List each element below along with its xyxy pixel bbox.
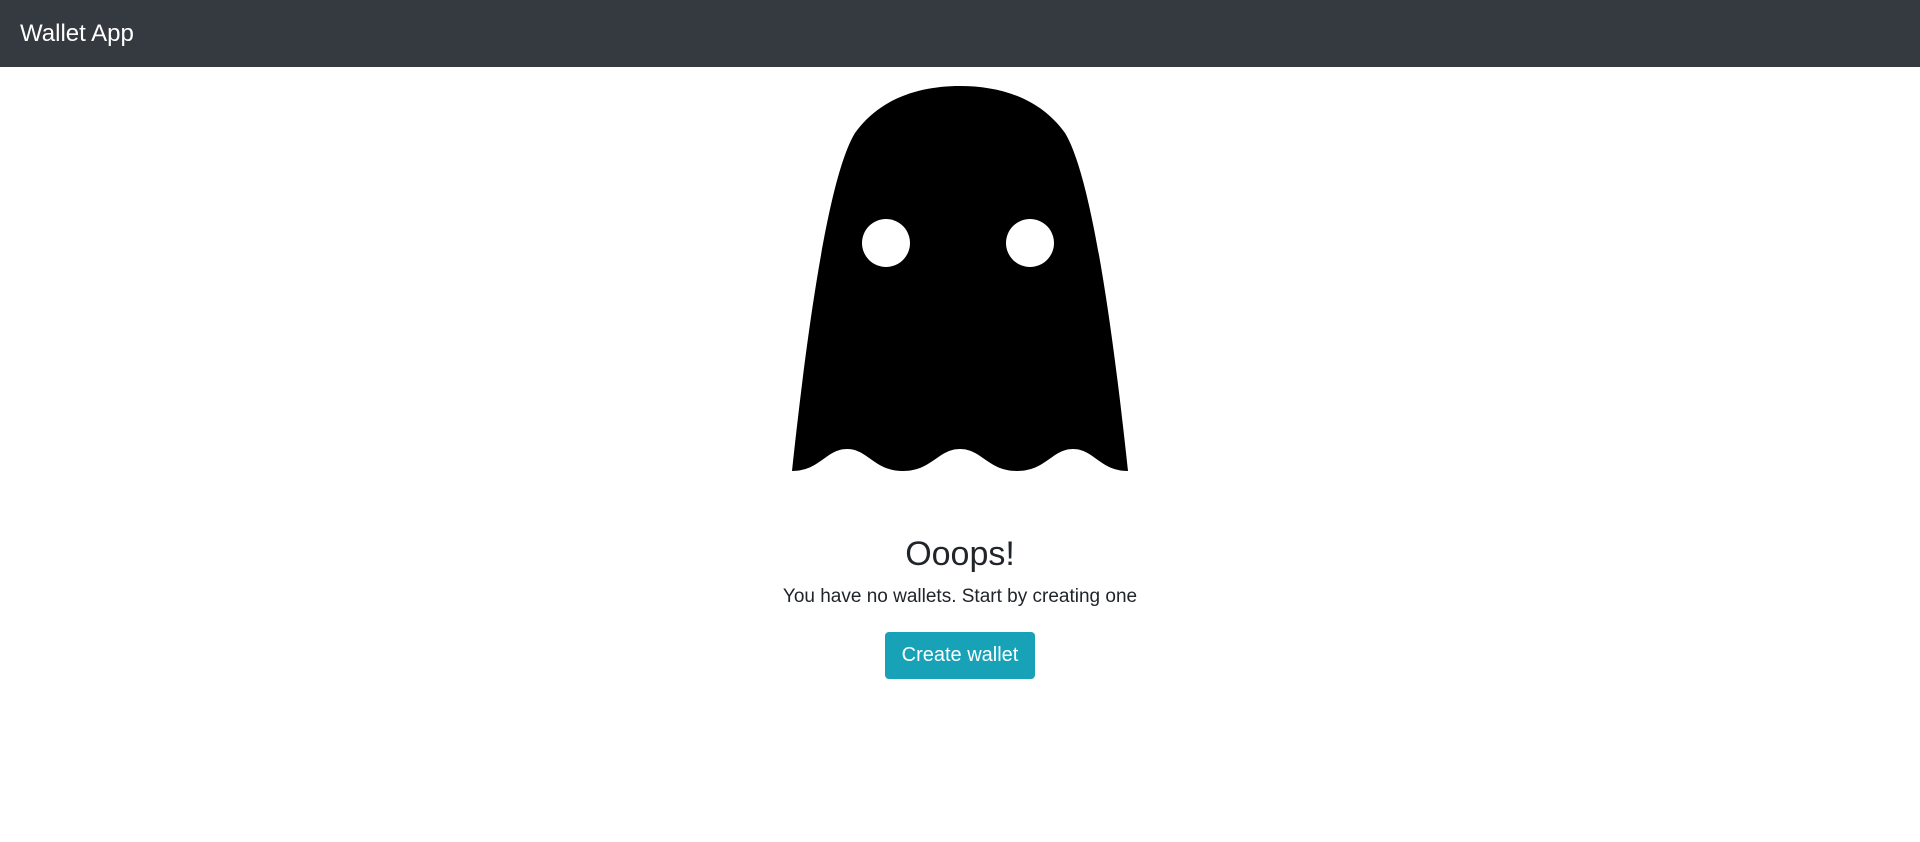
ghost-left-eye	[862, 219, 910, 267]
empty-state-message: You have no wallets. Start by creating o…	[782, 586, 1138, 607]
empty-state-title: Ooops!	[905, 535, 1015, 573]
create-wallet-button[interactable]: Create wallet	[884, 632, 1036, 679]
ghost-right-eye	[1006, 219, 1054, 267]
illustration-container	[0, 67, 1920, 496]
empty-state: Ooops! You have no wallets. Start by cre…	[0, 530, 1920, 679]
ghost-icon	[792, 86, 1128, 471]
top-navbar: Wallet App	[0, 0, 1920, 67]
brand-link[interactable]: Wallet App	[20, 21, 134, 46]
